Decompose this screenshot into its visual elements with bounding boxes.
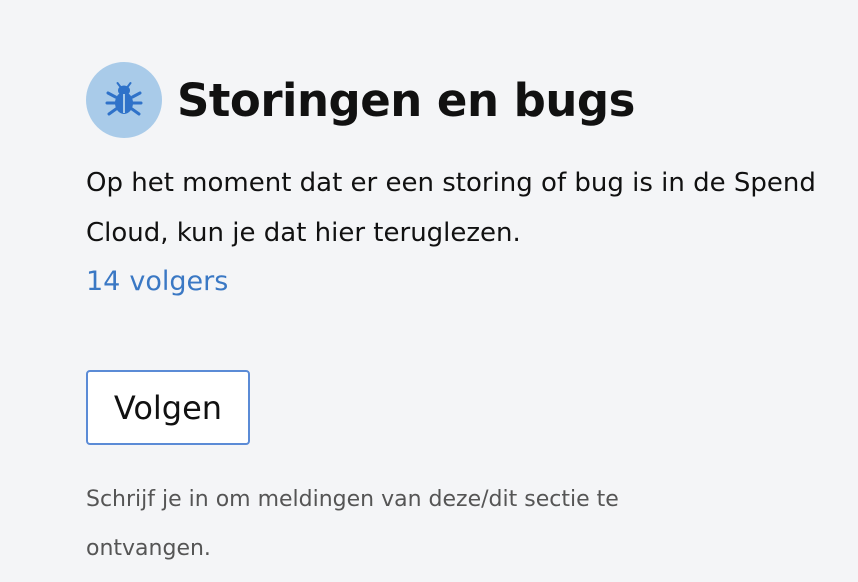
subscribe-hint: Schrijf je in om meldingen van deze/dit … [86, 487, 619, 561]
bug-icon [86, 62, 162, 138]
page-title: Storingen en bugs [177, 73, 635, 127]
followers-count: 14 [86, 266, 121, 297]
followers-label: volgers [129, 266, 229, 297]
section-header: Storingen en bugs Op het moment dat er e… [86, 62, 826, 573]
section-description: Op het moment dat er een storing of bug … [86, 168, 816, 248]
follow-button[interactable]: Volgen [86, 370, 250, 445]
title-row: Storingen en bugs [86, 62, 826, 138]
followers-link[interactable]: 14 volgers [86, 264, 228, 300]
